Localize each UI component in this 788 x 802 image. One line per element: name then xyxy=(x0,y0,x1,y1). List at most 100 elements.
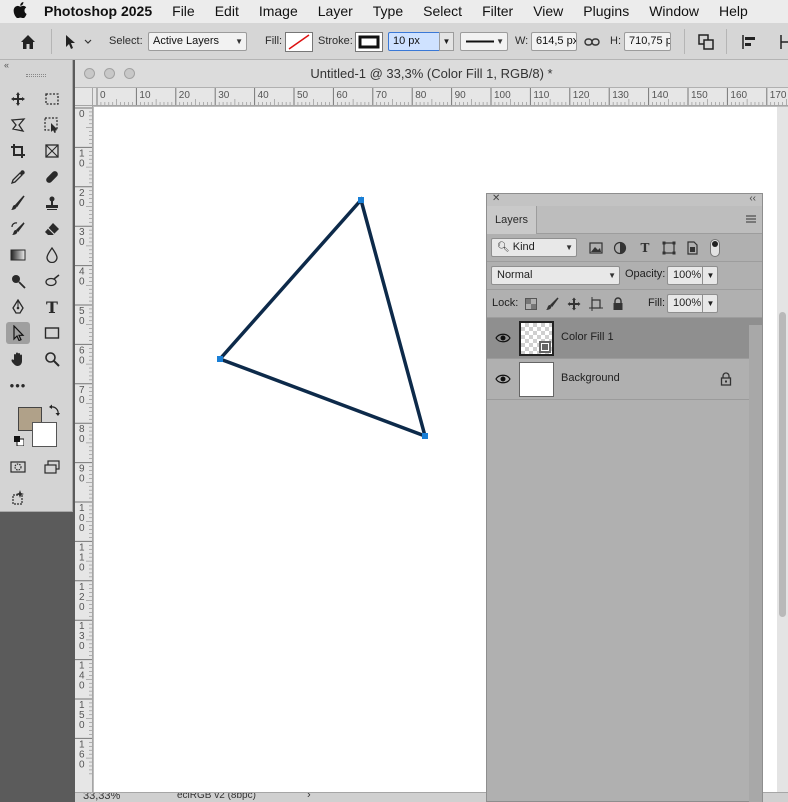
zoom-level[interactable]: 33,33% xyxy=(83,793,120,802)
horizontal-ruler[interactable]: 0 10 20 30 40 50 60 70 80 90 100 110 120 130 140 150 160… xyxy=(93,88,788,106)
collapse-toolbox-icon[interactable]: « xyxy=(0,60,72,70)
visibility-eye-icon[interactable] xyxy=(495,372,511,386)
hand-icon[interactable] xyxy=(6,348,30,370)
home-icon[interactable] xyxy=(18,32,38,52)
default-colors-icon[interactable] xyxy=(14,436,25,447)
stroke-width-chevron-icon[interactable]: ▼ xyxy=(439,32,454,51)
lock-all-icon[interactable] xyxy=(610,296,626,312)
fill-swatch[interactable] xyxy=(285,32,313,52)
blend-mode-dropdown[interactable]: Normal ▼ xyxy=(491,266,620,285)
lock-position-icon[interactable] xyxy=(566,296,582,312)
type-filter-icon[interactable]: T xyxy=(637,240,653,256)
healing-icon[interactable] xyxy=(40,166,64,188)
edit-toolbar-icon[interactable] xyxy=(6,486,30,508)
apple-menu-icon[interactable] xyxy=(0,1,40,22)
lock-transparent-pixels-icon[interactable] xyxy=(523,296,539,312)
status-menu-icon[interactable]: › xyxy=(307,793,311,801)
zoom-icon[interactable] xyxy=(40,348,64,370)
path-alignment-icon[interactable] xyxy=(740,33,758,51)
visibility-eye-icon[interactable] xyxy=(495,331,511,345)
lock-artboard-icon[interactable] xyxy=(588,296,604,312)
path-arrangement-icon[interactable] xyxy=(774,33,788,51)
stroke-type-dropdown[interactable]: ▼ xyxy=(460,32,508,51)
background-color-swatch[interactable] xyxy=(32,422,57,447)
path-select-tool-preset-icon[interactable] xyxy=(62,33,92,51)
vertical-scrollbar[interactable] xyxy=(777,107,788,792)
layer-row-color-fill[interactable]: Color Fill 1 xyxy=(487,318,762,359)
opacity-chevron-icon[interactable]: ▼ xyxy=(702,266,718,285)
stroke-swatch[interactable] xyxy=(355,32,383,52)
panel-menu-icon[interactable] xyxy=(745,214,757,224)
brush-icon[interactable] xyxy=(6,192,30,214)
shape-filter-icon[interactable] xyxy=(661,240,677,256)
screen-mode-icon[interactable] xyxy=(40,456,64,478)
panel-header[interactable]: ✕ ‹‹ xyxy=(487,193,762,206)
swap-colors-icon[interactable] xyxy=(48,403,62,417)
layer-filter-row: 🔍︎ Kind ▼ T xyxy=(487,234,762,262)
menu-select[interactable]: Select xyxy=(413,0,472,23)
smart-object-filter-icon[interactable] xyxy=(684,240,700,256)
tab-layers[interactable]: Layers xyxy=(487,206,537,234)
type-icon[interactable]: T xyxy=(40,296,64,318)
menu-layer[interactable]: Layer xyxy=(308,0,363,23)
document-title-bar[interactable]: Untitled-1 @ 33,3% (Color Fill 1, RGB/8)… xyxy=(75,60,788,88)
close-panel-icon[interactable]: ✕ xyxy=(492,193,500,204)
history-brush-icon[interactable] xyxy=(6,218,30,240)
more-icon[interactable]: ••• xyxy=(6,374,30,396)
gradient-icon[interactable] xyxy=(6,244,30,266)
vertical-ruler[interactable]: 0102030405060708090100110120130140150160 xyxy=(75,106,93,792)
menu-type[interactable]: Type xyxy=(363,0,413,23)
frame-icon[interactable] xyxy=(40,140,64,162)
menu-edit[interactable]: Edit xyxy=(205,0,249,23)
height-field[interactable]: 710,75 p xyxy=(624,32,671,51)
fill-chevron-icon[interactable]: ▼ xyxy=(702,294,718,313)
toolbox-grip[interactable] xyxy=(26,74,46,77)
quick-mask-icon[interactable] xyxy=(6,456,30,478)
ruler-label: 120 xyxy=(573,90,590,101)
filter-toggle-switch[interactable] xyxy=(710,239,720,257)
select-dropdown[interactable]: Active Layers ▼ xyxy=(148,32,247,51)
crop-icon[interactable] xyxy=(6,140,30,162)
menu-help[interactable]: Help xyxy=(709,0,758,23)
dodge-icon[interactable] xyxy=(6,270,30,292)
adjustment-filter-icon[interactable] xyxy=(612,240,628,256)
menu-window[interactable]: Window xyxy=(639,0,709,23)
anchor-point[interactable] xyxy=(358,197,364,203)
eyedropper-icon[interactable] xyxy=(6,166,30,188)
link-icon[interactable] xyxy=(584,34,600,50)
eraser-icon[interactable] xyxy=(40,218,64,240)
shape-layer-badge-icon xyxy=(539,341,551,353)
menu-filter[interactable]: Filter xyxy=(472,0,523,23)
marquee-icon[interactable] xyxy=(40,88,64,110)
triangle-shape[interactable] xyxy=(217,196,428,439)
path-operations-icon[interactable] xyxy=(697,33,715,51)
anchor-point[interactable] xyxy=(217,356,223,362)
layers-scrollbar[interactable] xyxy=(749,325,762,802)
collapse-panel-icon[interactable]: ‹‹ xyxy=(749,193,756,204)
opacity-label: Opacity: xyxy=(625,268,666,280)
lasso-icon[interactable] xyxy=(6,114,30,136)
stroke-width-field[interactable]: 10 px xyxy=(388,32,441,51)
width-field[interactable]: 614,5 px xyxy=(531,32,577,51)
scrollbar-thumb[interactable] xyxy=(779,312,786,617)
menu-view[interactable]: View xyxy=(523,0,573,23)
menu-file[interactable]: File xyxy=(162,0,205,23)
menu-plugins[interactable]: Plugins xyxy=(573,0,639,23)
lock-image-pixels-icon[interactable] xyxy=(544,296,560,312)
blur-icon[interactable] xyxy=(40,244,64,266)
anchor-point[interactable] xyxy=(422,433,428,439)
menu-app-name[interactable]: Photoshop 2025 xyxy=(40,0,162,23)
ruler-label: 50 xyxy=(297,90,309,101)
layer-row-background[interactable]: Background xyxy=(487,359,762,400)
pixel-filter-icon[interactable] xyxy=(588,240,604,256)
smudge-icon[interactable] xyxy=(40,270,64,292)
object-select-icon[interactable] xyxy=(40,114,64,136)
pen-icon[interactable] xyxy=(6,296,30,318)
stamp-icon[interactable] xyxy=(40,192,64,214)
filter-kind-dropdown[interactable]: 🔍︎ Kind ▼ xyxy=(491,238,577,257)
ruler-origin[interactable] xyxy=(75,88,93,106)
rectangle-icon[interactable] xyxy=(40,322,64,344)
menu-image[interactable]: Image xyxy=(249,0,308,23)
move-icon[interactable] xyxy=(6,88,30,110)
path-select-icon[interactable] xyxy=(6,322,30,344)
